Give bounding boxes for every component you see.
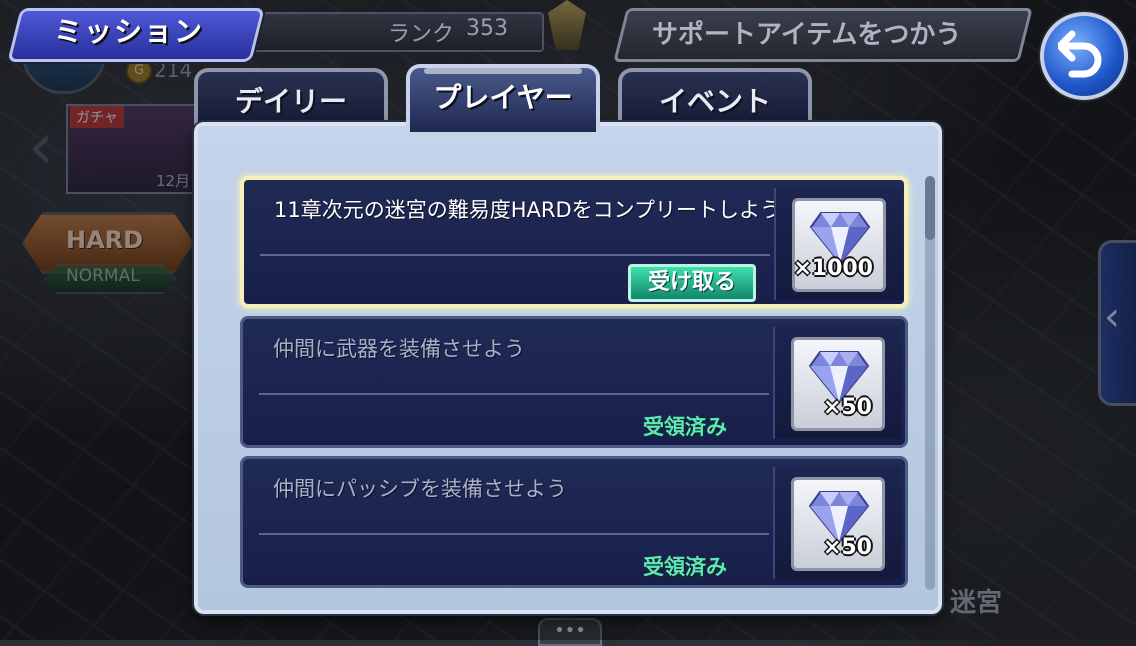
reward-item[interactable]: ×50 [791, 337, 885, 431]
tab-daily[interactable]: デイリー [194, 68, 388, 130]
back-button[interactable] [1040, 12, 1128, 100]
received-status: 受領済み [643, 415, 727, 439]
tab-player-label: プレイヤー [433, 81, 573, 114]
tab-event-label: イベント [658, 85, 771, 118]
reward-box: ×1000 [774, 188, 902, 300]
reward-quantity: ×50 [822, 535, 872, 560]
mission-divider [259, 533, 769, 535]
rank-value: 353 [466, 16, 508, 41]
claim-button[interactable]: 受け取る [628, 264, 756, 302]
reward-quantity: ×1000 [793, 256, 873, 281]
page-title: ミッション [54, 15, 205, 48]
mission-scrollbar[interactable] [925, 176, 935, 590]
reward-quantity: ×50 [822, 395, 872, 420]
reward-box: ×50 [773, 327, 901, 439]
tab-event[interactable]: イベント [618, 68, 812, 130]
back-arrow-icon [1058, 30, 1102, 78]
mission-divider [259, 393, 769, 395]
support-item-label: サポートアイテムをつかう [652, 20, 962, 50]
received-status: 受領済み [643, 555, 727, 579]
tab-daily-label: デイリー [234, 85, 347, 118]
rank-label: ランク [388, 22, 455, 47]
reward-box: ×50 [773, 467, 901, 579]
scrollbar-thumb[interactable] [925, 176, 935, 240]
reward-item[interactable]: ×50 [791, 477, 885, 571]
mission-title: 11章次元の迷宮の難易度HARDをコンプリートしよう [274, 198, 782, 222]
mission-item: 11章次元の迷宮の難易度HARDをコンプリートしよう 受け取る ×1000 [240, 176, 908, 308]
mission-item: 仲間に武器を装備させよう 受領済み ×50 [240, 316, 908, 448]
mission-divider [260, 254, 770, 256]
mission-title: 仲間に武器を装備させよう [273, 337, 525, 361]
tab-player[interactable]: プレイヤー [406, 64, 600, 132]
mission-title: 仲間にパッシブを装備させよう [273, 477, 567, 501]
reward-item[interactable]: ×1000 [792, 198, 886, 292]
mission-item: 仲間にパッシブを装備させよう 受領済み ×50 [240, 456, 908, 588]
